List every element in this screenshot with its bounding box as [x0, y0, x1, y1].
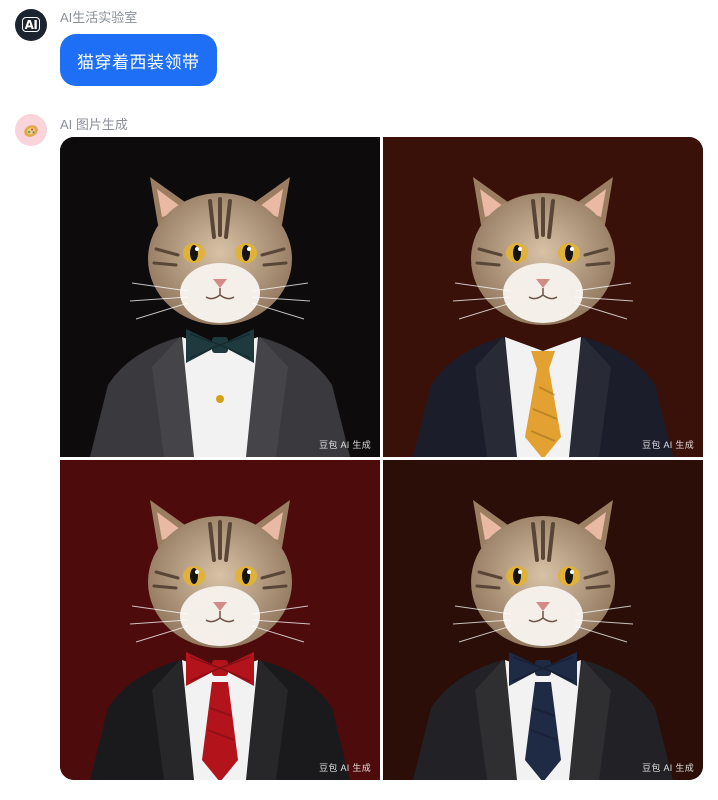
ai-generated-watermark: 豆包 AI 生成	[319, 763, 371, 773]
cat-in-suit-red-bow-tie	[60, 460, 380, 780]
generated-image-1[interactable]: 豆包 AI 生成	[60, 137, 380, 457]
sender-name: AI 图片生成	[60, 117, 128, 132]
prompt-bubble[interactable]: 猫穿着西装领带	[60, 34, 217, 86]
ai-generated-watermark: 豆包 AI 生成	[319, 440, 371, 450]
ai-lab-logo-icon: AI	[21, 17, 41, 32]
image-generator-icon	[24, 125, 38, 137]
generated-image-4[interactable]: 豆包 AI 生成	[383, 460, 703, 780]
sender-name: AI生活实验室	[60, 10, 138, 25]
image-generator-avatar[interactable]	[15, 114, 47, 146]
ai-lab-avatar[interactable]: AI	[15, 9, 47, 41]
cat-in-suit-gold-necktie	[383, 137, 703, 457]
generated-image-3[interactable]: 豆包 AI 生成	[60, 460, 380, 780]
generated-image-grid: 豆包 AI 生成 豆包 AI 生成 豆包 AI 生成 豆包 AI 生成	[60, 137, 703, 780]
generated-image-2[interactable]: 豆包 AI 生成	[383, 137, 703, 457]
cat-in-suit-navy-bow-tie	[383, 460, 703, 780]
ai-generated-watermark: 豆包 AI 生成	[642, 763, 694, 773]
cat-in-suit-teal-bow-tie	[60, 137, 380, 457]
ai-generated-watermark: 豆包 AI 生成	[642, 440, 694, 450]
